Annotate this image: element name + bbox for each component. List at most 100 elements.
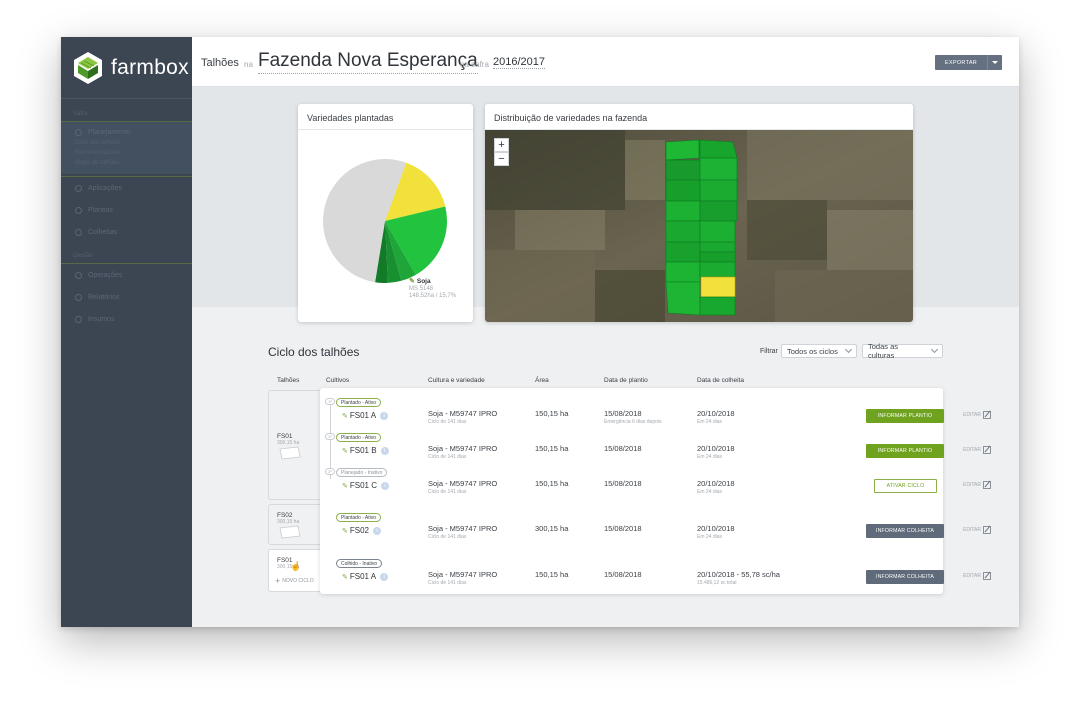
sidebar-subitem[interactable]: Ciclo dos talhões	[61, 138, 192, 148]
edit-button[interactable]: EDITAR	[963, 526, 991, 534]
status-badge: Plantado - Ativo	[336, 513, 382, 522]
leaf-icon: ✎	[409, 278, 415, 285]
cycle-length: Ciclo de 141 dias	[428, 454, 467, 460]
report-harvest-button[interactable]: INFORMAR COLHEITA	[866, 524, 944, 538]
harvest-date-sub: Em 24 dias	[697, 489, 723, 495]
card-title: Distribuição de variedades na fazenda	[485, 104, 913, 130]
info-icon[interactable]: i	[373, 526, 381, 535]
harvest-date-cell: 20/10/2018	[697, 444, 735, 453]
table-row[interactable]: Plantado - Ativo ✎ FS01 Ai Soja - M59747 …	[320, 398, 991, 436]
crop-name-text: FS01 A	[349, 572, 377, 581]
sidebar-subitem[interactable]: Recomendações	[61, 148, 192, 158]
sidebar-item[interactable]: Insumos	[61, 308, 192, 330]
sidebar-subitem[interactable]: Mapa de talhões	[61, 158, 192, 168]
sidebar-divider	[61, 121, 192, 122]
variety-cell: Soja - M59747 IPRO	[428, 570, 498, 579]
edit-label: EDITAR	[963, 482, 981, 488]
column-header: Cultivos	[326, 377, 350, 384]
cursor-pointer-icon: ☝	[290, 561, 302, 571]
crop-name: ✎ FS02 i	[342, 526, 381, 535]
table-row[interactable]: Planejado - Inativo ✎ FS01 C i Soja - M597…	[320, 468, 991, 506]
header-connector: na safra	[460, 60, 489, 69]
sidebar-item-icon	[75, 206, 82, 214]
map-canvas[interactable]	[485, 130, 913, 322]
new-cycle-label: NOVO CICLO	[282, 578, 314, 584]
edit-icon	[982, 481, 991, 489]
zoom-out-button[interactable]: −	[494, 152, 509, 166]
info-icon[interactable]: i	[380, 411, 389, 420]
filter-cycles-select[interactable]: Todos os ciclos	[781, 344, 857, 358]
crop-name: ✎ FS01 Bi	[342, 446, 389, 455]
column-header: Cultura e variedade	[428, 377, 485, 384]
report-planting-button[interactable]: INFORMAR PLANTIO	[866, 444, 944, 458]
edit-icon	[982, 526, 991, 534]
top-header: Talhões na Fazenda Nova Esperança na saf…	[192, 37, 1019, 87]
sidebar: farmbox Safra Planejamento Ciclo dos tal…	[61, 37, 192, 627]
planting-date-cell: 15/08/2018	[604, 409, 642, 418]
sidebar-item[interactable]: Plantios	[61, 199, 192, 221]
farm-plots[interactable]	[665, 139, 738, 316]
sidebar-item[interactable]: Relatórios	[61, 286, 192, 308]
report-harvest-button[interactable]: INFORMAR COLHEITA	[866, 570, 944, 584]
sidebar-divider	[61, 263, 192, 264]
report-planting-button[interactable]: INFORMAR PLANTIO	[866, 409, 944, 423]
info-icon[interactable]: i	[380, 572, 389, 581]
table-row[interactable]: Plantado - Ativo ✎ FS02 i Soja - M59747 IP…	[320, 513, 991, 551]
sidebar-item-planejamento[interactable]: Planejamento	[61, 127, 192, 138]
area-cell: 150,15 ha	[535, 570, 569, 579]
chevron-down-icon	[930, 345, 939, 354]
edit-button[interactable]: EDITAR	[963, 481, 991, 489]
card-title: Variedades plantadas	[298, 104, 473, 130]
sidebar-item[interactable]: Operações	[61, 264, 192, 286]
variety-cell: Soja - M59747 IPRO	[428, 444, 498, 453]
pie-label-variety: MS 5148	[409, 286, 434, 292]
planting-date-cell: 15/08/2018	[604, 570, 642, 579]
logo[interactable]: farmbox	[61, 37, 192, 99]
sidebar-item-label: Operações	[88, 271, 123, 279]
harvest-date-sub: 15.486,12 sc total	[697, 580, 737, 586]
logo-text: farmbox	[111, 55, 189, 79]
harvest-date-cell: 20/10/2018 - 55,78 sc/ha	[697, 570, 780, 579]
activate-cycle-button[interactable]: ATIVAR CICLO	[874, 479, 937, 493]
edit-button[interactable]: EDITAR	[963, 411, 991, 419]
crop-name-text: FS02	[349, 526, 369, 535]
sidebar-item-label: Plantios	[88, 206, 113, 214]
sidebar-item-label: Colheitas	[88, 228, 118, 236]
pie-label-culture: ✎ Soja	[409, 277, 431, 285]
sidebar-section-label: Gestão	[73, 253, 93, 259]
sidebar-item-icon	[75, 293, 82, 301]
edit-button[interactable]: EDITAR	[963, 572, 991, 580]
field-name: FS01	[277, 433, 293, 440]
new-cycle-button[interactable]: + NOVO CICLO	[275, 576, 314, 586]
chevron-down-icon[interactable]	[987, 55, 1002, 70]
info-icon[interactable]: i	[381, 481, 389, 490]
sidebar-item-label: Relatórios	[88, 293, 120, 301]
farm-selector[interactable]: Fazenda Nova Esperança	[258, 50, 478, 74]
sidebar-item-icon	[75, 129, 82, 136]
filter-cultures-select[interactable]: Todas as culturas	[862, 342, 943, 360]
leaf-icon: ✎	[342, 447, 348, 455]
sidebar-item[interactable]: Colheitas	[61, 221, 192, 243]
table-row[interactable]: Plantado - Ativo ✎ FS01 Bi Soja - M59747 …	[320, 433, 991, 471]
sidebar-item-icon	[75, 271, 82, 279]
crop-name-text: FS01 A	[349, 411, 377, 420]
planting-date-cell: 15/08/2018	[604, 479, 642, 488]
cycle-length: Ciclo de 141 dias	[428, 489, 467, 495]
table-row[interactable]: Colhido - Inativo ✎ FS01 Ai Soja - M59747…	[320, 559, 991, 597]
satellite-map[interactable]: + −	[485, 130, 913, 322]
column-header: Data de plantio	[604, 377, 648, 384]
crop-name: ✎ FS01 Ai	[342, 572, 389, 581]
export-button[interactable]: EXPORTAR	[935, 55, 1002, 70]
planting-date-cell: 15/08/2018	[604, 524, 642, 533]
sidebar-item[interactable]: Aplicações	[61, 177, 192, 199]
edit-button[interactable]: EDITAR	[963, 446, 991, 454]
variety-cell: Soja - M59747 IPRO	[428, 409, 498, 418]
sidebar-item-label: Planejamento	[88, 129, 131, 136]
zoom-in-button[interactable]: +	[494, 138, 509, 152]
sidebar-section-label: Safra	[73, 111, 88, 117]
info-icon[interactable]: i	[380, 446, 389, 455]
filter-cultures-value: Todas as culturas	[868, 342, 899, 360]
season-selector[interactable]: 2016/2017	[493, 56, 545, 69]
field-shape-icon	[279, 446, 301, 460]
filter-cycles-value: Todos os ciclos	[787, 346, 838, 356]
